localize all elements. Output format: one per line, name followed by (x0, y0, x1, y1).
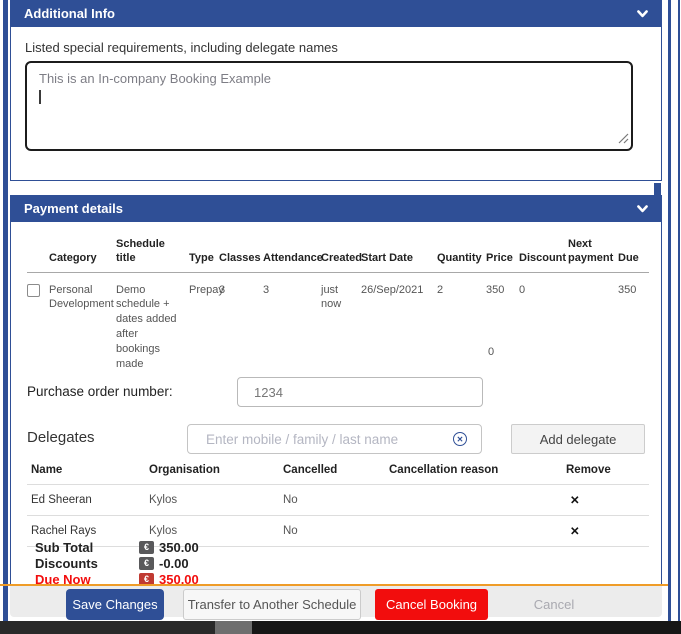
col-cancellation-reason: Cancellation reason (385, 460, 552, 485)
delegate-organisation: Kylos (145, 485, 279, 516)
discounts-label: Discounts (35, 556, 98, 571)
cell-next-payment (568, 272, 618, 372)
delegate-cancelled: No (279, 485, 385, 516)
payment-table: Category Schedule title Type Classes Att… (27, 236, 649, 372)
bottom-scrollbar-thumb[interactable] (215, 621, 252, 634)
special-requirements-text: This is an In-company Booking Example (39, 71, 271, 86)
remove-delegate-icon[interactable]: ✕ (552, 485, 649, 516)
payment-details-header[interactable]: Payment details (10, 195, 662, 222)
transfer-schedule-button[interactable]: Transfer to Another Schedule (183, 589, 361, 620)
cancel-booking-button[interactable]: Cancel Booking (375, 589, 488, 620)
col-start-date: Start Date (361, 236, 437, 272)
chevron-down-icon[interactable] (636, 7, 649, 25)
payment-total-zero: 0 (488, 346, 494, 358)
col-created: Created (321, 236, 361, 272)
text-cursor (39, 90, 41, 104)
cell-schedule-title: Demo schedule + dates added after bookin… (116, 272, 189, 372)
cell-due: 350 (618, 272, 649, 372)
col-organisation: Organisation (145, 460, 279, 485)
window-left-border (3, 0, 8, 621)
subtotal-label: Sub Total (35, 540, 93, 555)
payment-details-title: Payment details (24, 195, 123, 222)
window-right-border-outer (678, 0, 680, 621)
delegates-table: Name Organisation Cancelled Cancellation… (27, 460, 649, 547)
delegate-search-input[interactable] (187, 424, 482, 454)
delegate-cancellation-reason (385, 516, 552, 547)
bottom-scrollbar-track-left (0, 621, 215, 634)
col-attendance: Attendance (263, 236, 321, 272)
col-discount: Discount (519, 236, 568, 272)
payment-details-panel: Category Schedule title Type Classes Att… (10, 222, 662, 584)
delegates-header-row: Name Organisation Cancelled Cancellation… (27, 460, 649, 485)
cancel-button[interactable]: Cancel (496, 589, 612, 620)
delegate-name: Ed Sheeran (27, 485, 145, 516)
euro-currency-badge: € (139, 541, 154, 554)
payment-table-header-row: Category Schedule title Type Classes Att… (27, 236, 649, 272)
cell-category: Personal Development (49, 272, 116, 372)
resize-handle-icon[interactable] (618, 132, 629, 147)
delegate-row: Ed Sheeran Kylos No ✕ (27, 485, 649, 516)
payment-table-row: Personal Development Demo schedule + dat… (27, 272, 649, 372)
euro-currency-badge: € (139, 557, 154, 570)
col-schedule-title: Schedule title (116, 236, 189, 272)
save-changes-button[interactable]: Save Changes (66, 589, 164, 620)
col-classes: Classes (219, 236, 263, 272)
cell-classes: 3 (219, 272, 263, 372)
subtotal-row: Sub Total € 350.00 (35, 540, 335, 556)
discounts-value: -0.00 (159, 556, 189, 571)
additional-info-title: Additional Info (24, 0, 115, 27)
additional-info-panel: Listed special requirements, including d… (10, 27, 662, 181)
delegate-search: ✕ (187, 424, 482, 454)
discounts-row: Discounts € -0.00 (35, 556, 335, 572)
cell-created: just now (321, 272, 361, 372)
special-requirements-textarea[interactable]: This is an In-company Booking Example (25, 61, 633, 151)
cell-start-date: 26/Sep/2021 (361, 272, 437, 372)
remove-delegate-icon[interactable]: ✕ (552, 516, 649, 547)
col-remove: Remove (552, 460, 649, 485)
cell-attendance: 3 (263, 272, 321, 372)
purchase-order-label: Purchase order number: (27, 384, 173, 399)
additional-info-header[interactable]: Additional Info (10, 0, 662, 27)
special-requirements-label: Listed special requirements, including d… (25, 40, 338, 55)
col-quantity: Quantity (437, 236, 486, 272)
cell-discount: 0 (519, 272, 568, 372)
purchase-order-input[interactable] (237, 377, 483, 407)
col-type: Type (189, 236, 219, 272)
clear-search-icon[interactable]: ✕ (453, 432, 467, 446)
subtotal-value: 350.00 (159, 540, 199, 555)
col-due: Due (618, 236, 649, 272)
col-cancelled: Cancelled (279, 460, 385, 485)
delegate-cancellation-reason (385, 485, 552, 516)
chevron-down-icon[interactable] (636, 202, 649, 220)
cell-quantity: 2 (437, 272, 486, 372)
window-right-border (668, 0, 671, 621)
col-name: Name (27, 460, 145, 485)
footer-divider (0, 584, 668, 586)
col-price: Price (486, 236, 519, 272)
add-delegate-button[interactable]: Add delegate (511, 424, 645, 454)
cell-type: Prepay (189, 272, 219, 372)
payment-row-checkbox[interactable] (27, 284, 40, 297)
col-category: Category (49, 236, 116, 272)
col-next-payment: Next payment (568, 236, 618, 272)
delegates-label: Delegates (27, 429, 95, 446)
bottom-scrollbar-track[interactable] (0, 621, 681, 634)
